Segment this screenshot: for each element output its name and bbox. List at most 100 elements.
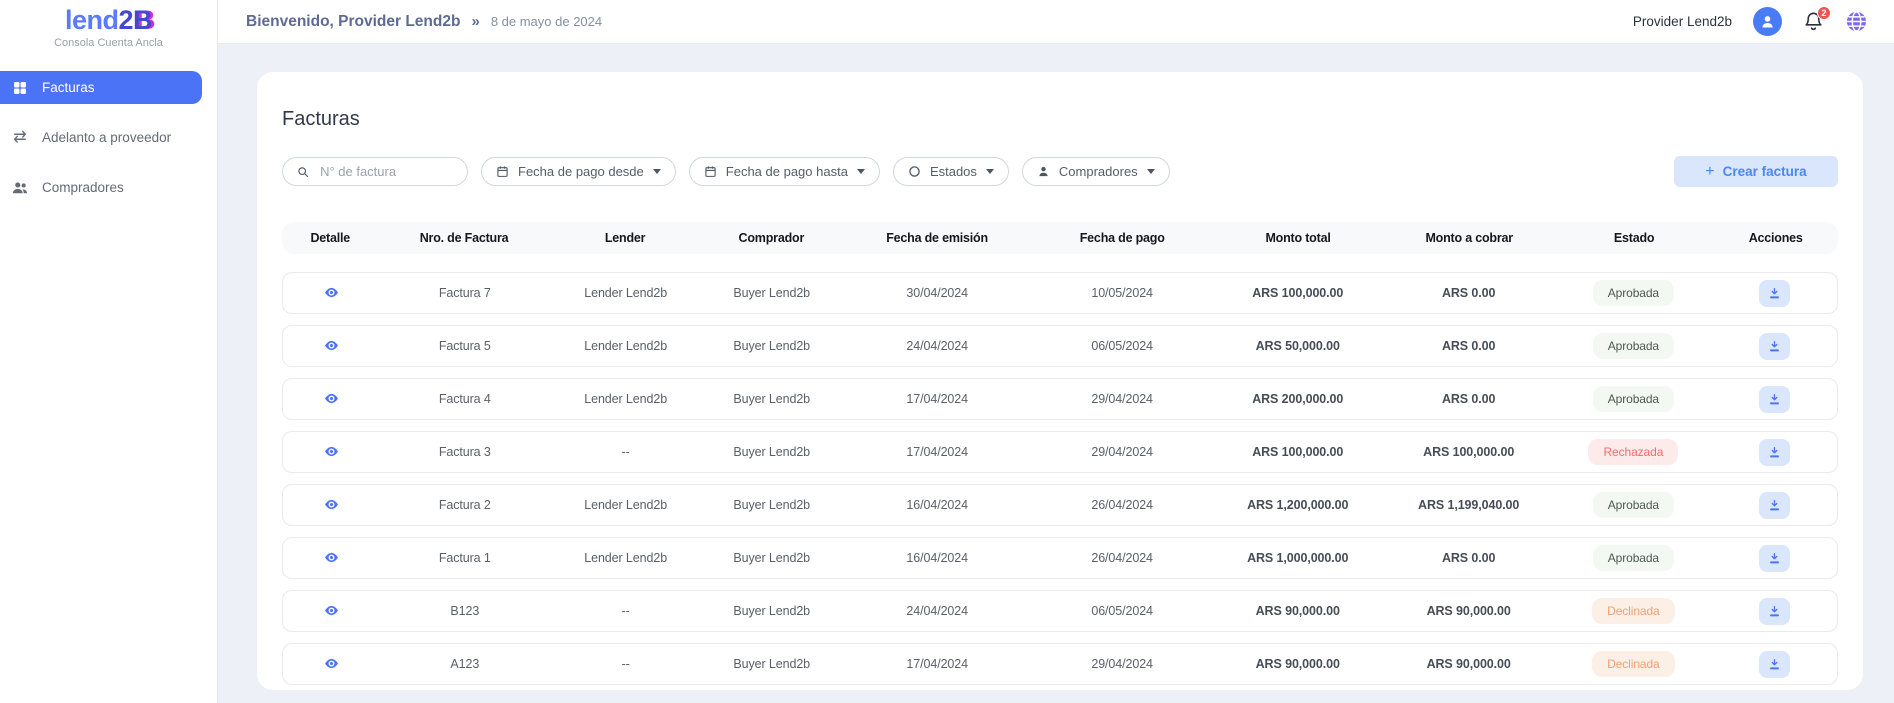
issue-date: 17/04/2024 [906,657,968,671]
app-root: lend2B Consola Cuenta Ancla Facturas ⇄ A… [0,0,1894,703]
sidebar-item-compradores[interactable]: Compradores [0,171,202,204]
states-filter[interactable]: Estados [892,157,1009,186]
logo-text: lend2B [0,5,217,36]
total-amount: ARS 1,200,000.00 [1247,498,1349,512]
payment-date: 10/05/2024 [1091,286,1153,300]
people-icon [10,179,30,197]
download-button[interactable] [1759,544,1791,572]
welcome-title: Bienvenido, Provider Lend2b [246,12,461,30]
actions-cell [1713,597,1837,625]
table-row: Factura 2 Lender Lend2b Buyer Lend2b 16/… [282,484,1838,526]
download-icon [1770,287,1780,298]
status-cell: Declinada [1554,598,1713,624]
view-detail-button[interactable] [322,389,341,408]
download-button[interactable] [1759,491,1791,519]
amount-to-collect: ARS 90,000.00 [1426,657,1511,671]
issue-date: 17/04/2024 [906,392,968,406]
status-cell: Aprobada [1554,386,1713,412]
download-button[interactable] [1759,438,1791,466]
download-button[interactable] [1759,332,1791,360]
detail-cell [283,601,379,621]
status-badge: Declinada [1592,598,1675,624]
download-button[interactable] [1759,279,1791,307]
view-detail-button[interactable] [322,654,341,673]
download-button[interactable] [1759,597,1791,625]
view-detail-button[interactable] [322,601,341,620]
payment-date: 26/04/2024 [1091,498,1153,512]
eye-icon [324,287,338,298]
breadcrumb: Bienvenido, Provider Lend2b » 8 de mayo … [246,13,602,31]
grid-icon [10,80,30,96]
column-header: Comprador [738,231,805,245]
actions-cell [1713,279,1837,307]
states-label: Estados [929,164,977,179]
date-from-filter[interactable]: Fecha de pago desde [481,157,676,186]
sidebar-item-facturas[interactable]: Facturas [0,71,202,104]
logo-part-lend: lend [64,5,119,35]
main-column: Bienvenido, Provider Lend2b » 8 de mayo … [218,0,1894,703]
buyer-name: Buyer Lend2b [733,551,811,565]
detail-cell [283,336,379,356]
payment-date: 06/05/2024 [1091,339,1153,353]
avatar[interactable] [1753,7,1782,36]
view-detail-button[interactable] [322,548,341,567]
logo-part-b: B [133,5,153,35]
lender-name: Lender Lend2b [584,498,668,512]
column-header: Acciones [1748,231,1803,245]
view-detail-button[interactable] [322,283,341,302]
table-header-row: Detalle Nro. de Factura Lender Comprador Fec… [282,222,1838,254]
download-icon [1770,499,1780,510]
date-to-filter[interactable]: Fecha de pago hasta [688,157,880,186]
status-badge: Declinada [1592,651,1675,677]
view-detail-button[interactable] [322,495,341,514]
sidebar-nav: Facturas ⇄ Adelanto a proveedor Comprado… [0,71,217,204]
eye-icon [324,605,338,616]
download-button[interactable] [1759,385,1791,413]
total-amount: ARS 200,000.00 [1252,392,1344,406]
status-badge: Aprobada [1592,333,1674,359]
user-name: Provider Lend2b [1632,14,1732,29]
view-detail-button[interactable] [322,336,341,355]
language-button[interactable] [1845,10,1868,33]
issue-date: 24/04/2024 [906,604,968,618]
buyer-name: Buyer Lend2b [733,657,811,671]
column-header: Fecha de emisión [886,231,988,245]
total-amount: ARS 90,000.00 [1255,604,1340,618]
sidebar-item-adelanto-a-proveedor[interactable]: ⇄ Adelanto a proveedor [0,121,202,154]
eye-icon [324,499,338,510]
detail-cell [283,495,379,515]
status-badge: Aprobada [1592,386,1674,412]
table-row: Factura 5 Lender Lend2b Buyer Lend2b 24/… [282,325,1838,367]
amount-to-collect: ARS 100,000.00 [1423,445,1515,459]
search-input[interactable] [318,163,453,180]
eye-icon [324,446,338,457]
content-area: Facturas Fecha de pago desde Fecha de pa… [218,44,1894,703]
brand-subtitle: Consola Cuenta Ancla [54,37,163,49]
notifications-button[interactable]: 2 [1803,6,1831,32]
sidebar: lend2B Consola Cuenta Ancla Facturas ⇄ A… [0,0,218,703]
eye-icon [324,393,338,404]
payment-date: 29/04/2024 [1091,392,1153,406]
view-detail-button[interactable] [322,442,341,461]
status-badge: Rechazada [1588,439,1679,465]
lender-name: Lender Lend2b [584,392,668,406]
buyer-name: Buyer Lend2b [733,498,811,512]
brand-logo: lend2B Consola Cuenta Ancla [0,0,217,49]
issue-date: 16/04/2024 [906,551,968,565]
create-invoice-button[interactable]: + Crear factura [1674,156,1838,187]
issue-date: 17/04/2024 [906,445,968,459]
buyer-name: Buyer Lend2b [733,445,811,459]
buyer-name: Buyer Lend2b [733,392,811,406]
buyer-name: Buyer Lend2b [733,604,811,618]
lender-name: Lender Lend2b [584,551,668,565]
circle-status-icon [909,166,920,177]
actions-cell [1713,332,1837,360]
transfer-arrows-icon: ⇄ [13,128,27,146]
download-button[interactable] [1759,650,1791,678]
topbar-right: Provider Lend2b 2 [1632,6,1868,36]
invoice-search[interactable] [282,157,468,186]
amount-to-collect: ARS 0.00 [1441,286,1496,300]
buyer-name: Buyer Lend2b [733,339,811,353]
buyer-name: Buyer Lend2b [733,286,811,300]
buyers-filter[interactable]: Compradores [1021,157,1170,186]
